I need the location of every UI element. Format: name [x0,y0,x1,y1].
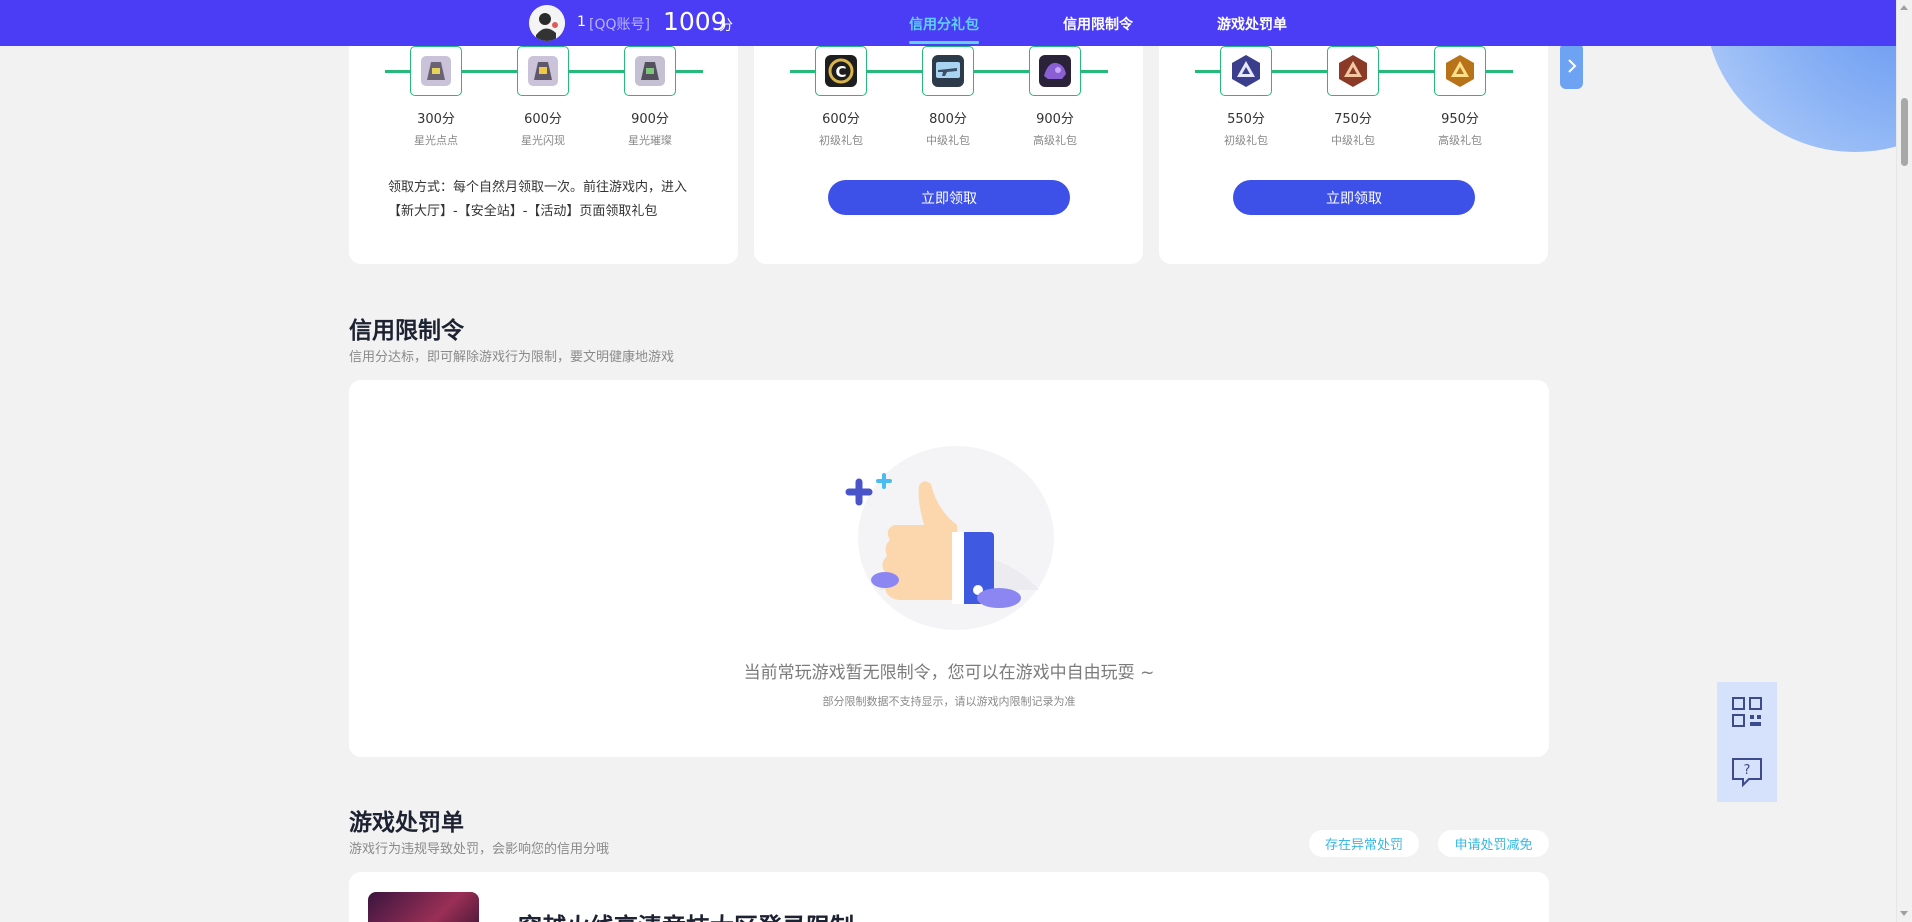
gift-points: 900分 [1036,112,1074,127]
gift-name: 初级礼包 [1224,134,1268,147]
penalty-item-title: 穿越火线高清竞技大区登录限制 [518,907,854,922]
section-subtitle-restriction: 信用分达标，即可解除游戏行为限制，要文明健康地游戏 [349,350,675,365]
rank-badge-icon [1327,46,1379,96]
account-type: [QQ账号] [589,17,650,33]
gift-card-skin: 300分 星光点点 600分 星光闪现 900分 星光璀璨 领取方式：每个自然月… [349,20,738,264]
gift-item[interactable]: 950分 高级礼包 [1425,46,1495,148]
rank-badge-icon [1220,46,1272,96]
gift-item[interactable]: 300分 星光点点 [401,46,471,148]
gift-item[interactable]: 900分 高级礼包 [1020,46,1090,148]
gift-name: 高级礼包 [1033,134,1077,147]
gift-name: 星光点点 [414,134,458,147]
chevron-right-icon [1567,59,1576,73]
question-chat-icon: ? [1732,758,1762,788]
gift-name: 星光璀璨 [628,134,672,147]
gift-card-rank: 550分 初级礼包 750分 中级礼包 950分 高级礼包 立即领取 [1159,20,1548,264]
gift-name: 星光闪现 [521,134,565,147]
gift-item[interactable]: 600分 星光闪现 [508,46,578,148]
backpack-skin-icon [410,46,462,96]
penalty-item-card[interactable]: 穿越火线高清竞技大区登录限制 [349,872,1549,922]
gift-item[interactable]: 900分 星光璀璨 [615,46,685,148]
qr-code-icon [1732,697,1762,727]
gift-card-package: C 600分 初级礼包 800分 中级礼包 900分 高级礼包 立即领取 [754,20,1143,264]
abnormal-penalty-button[interactable]: 存在异常处罚 [1309,830,1419,857]
gift-item[interactable]: 750分 中级礼包 [1318,46,1388,148]
tab-game-penalty[interactable]: 游戏处罚单 [1217,14,1287,34]
scroll-up-arrow[interactable] [1900,5,1908,10]
credit-score-unit: 分 [719,18,733,34]
gift-name: 高级礼包 [1438,134,1482,147]
gift-item[interactable]: 800分 中级礼包 [913,46,983,148]
gift-points: 600分 [524,112,562,127]
tab-credit-restriction[interactable]: 信用限制令 [1063,14,1133,34]
avatar[interactable] [529,5,565,41]
gift-points: 300分 [417,112,455,127]
gift-points: 800分 [929,112,967,127]
rifle-icon [922,46,974,96]
gift-name: 中级礼包 [1331,134,1375,147]
gift-points: 600分 [822,112,860,127]
claim-now-button[interactable]: 立即领取 [1233,180,1475,215]
empty-state-note: 部分限制数据不支持显示，请以游戏内限制记录为准 [822,695,1076,708]
section-title-restriction: 信用限制令 [349,318,464,344]
rank-badge-icon [1434,46,1486,96]
active-tab-indicator [909,41,979,44]
restriction-empty-card: 当前常玩游戏暂无限制令，您可以在游戏中自由玩耍 ~ 部分限制数据不支持显示，请以… [349,380,1549,757]
gift-points: 550分 [1227,112,1265,127]
qr-code-button[interactable] [1717,682,1777,742]
gift-name: 初级礼包 [819,134,863,147]
svg-text:C: C [835,63,846,81]
section-subtitle-penalty: 游戏行为违规导致处罚，会影响您的信用分哦 [349,842,610,857]
empty-state-message: 当前常玩游戏暂无限制令，您可以在游戏中自由玩耍 ~ [743,663,1155,683]
carousel-next-button[interactable] [1560,43,1583,89]
top-nav-bar: 1 [QQ账号] 1009 分 信用分礼包 信用限制令 游戏处罚单 [0,0,1896,46]
section-title-penalty: 游戏处罚单 [349,810,464,836]
gift-points: 750分 [1334,112,1372,127]
armor-icon [1029,46,1081,96]
scroll-down-arrow[interactable] [1900,911,1908,916]
backpack-skin-icon [517,46,569,96]
backpack-skin-icon [624,46,676,96]
gift-item[interactable]: 550分 初级礼包 [1211,46,1281,148]
gift-item[interactable]: C 600分 初级礼包 [806,46,876,148]
gift-points: 900分 [631,112,669,127]
user-id: 1 [577,14,586,30]
credit-score: 1009 [663,7,727,36]
tab-credit-gift[interactable]: 信用分礼包 [909,14,979,34]
claim-now-button[interactable]: 立即领取 [828,180,1070,215]
svg-text:?: ? [1744,763,1751,778]
help-feedback-button[interactable]: ? [1717,742,1777,802]
gift-name: 中级礼包 [926,134,970,147]
scrollbar-thumb[interactable] [1901,98,1908,166]
appeal-penalty-button[interactable]: 申请处罚减免 [1438,830,1549,857]
claim-instructions: 领取方式：每个自然月领取一次。前往游戏内，进入【新大厅】-【安全站】-【活动】页… [388,180,688,219]
gift-points: 950分 [1441,112,1479,127]
cf-logo-icon: C [815,46,867,96]
game-thumbnail [368,892,479,922]
thumbs-up-illustration [845,446,1054,630]
